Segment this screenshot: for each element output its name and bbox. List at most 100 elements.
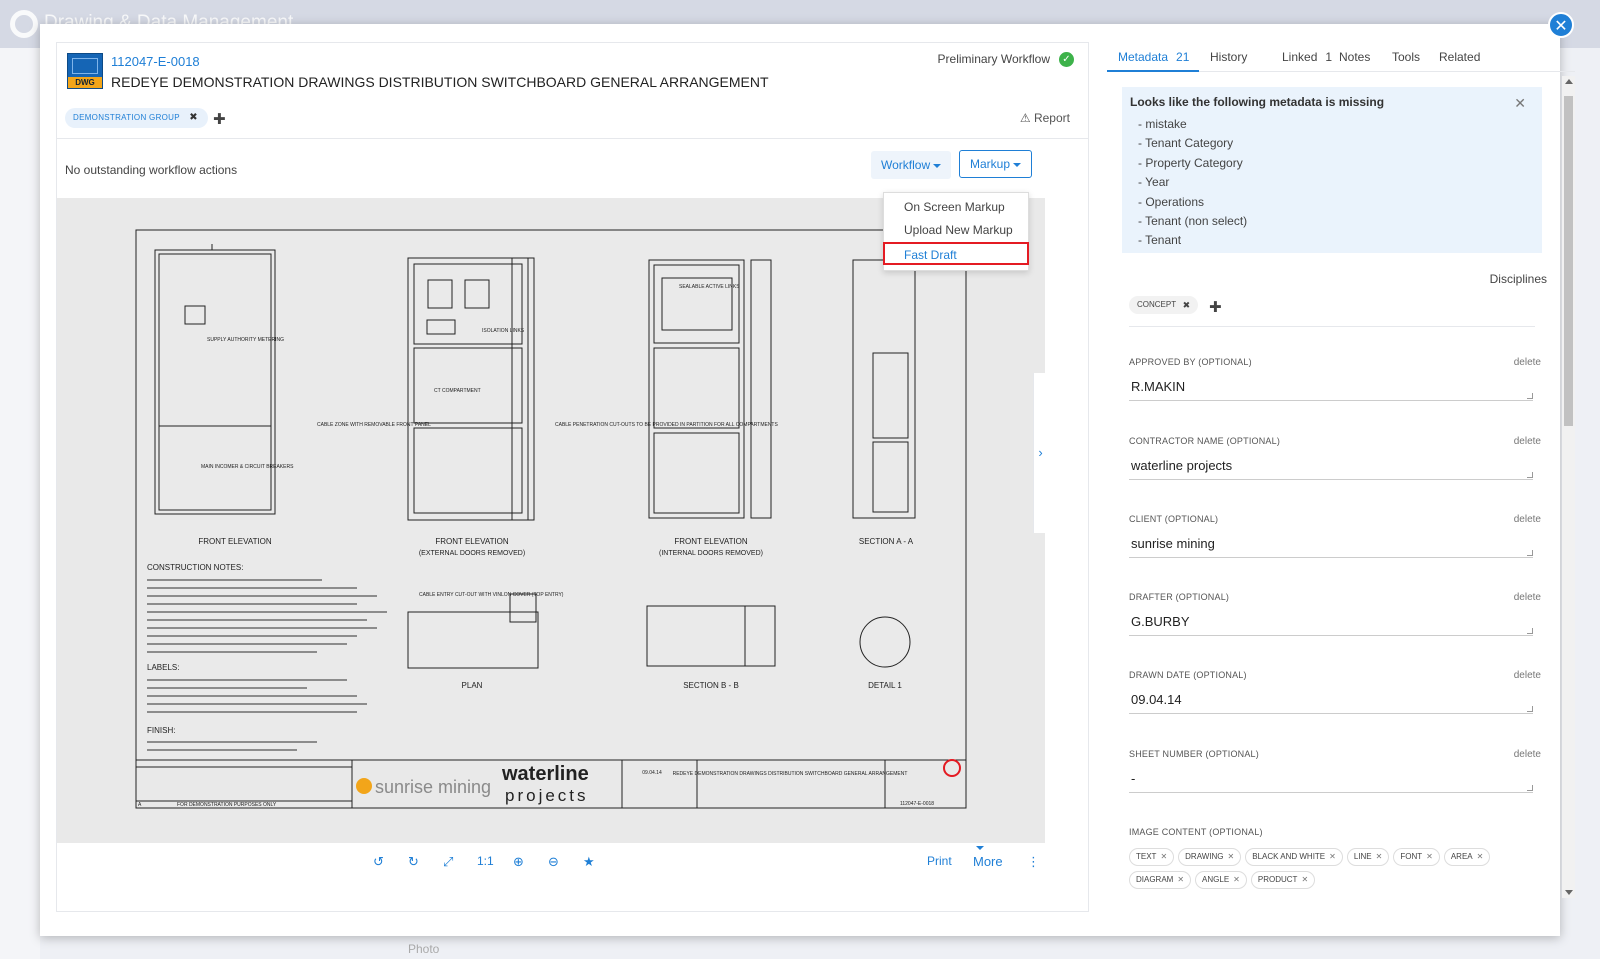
alert-title: Looks like the following metadata is mis…	[1130, 95, 1385, 109]
remove-tag-icon[interactable]: ✖	[1183, 296, 1191, 314]
view-label-plan: PLAN	[462, 681, 483, 690]
field-client[interactable]: CLIENT (OPTIONAL) delete sunrise mining	[1129, 514, 1541, 574]
field-drawn-date[interactable]: DRAWN DATE (OPTIONAL) delete 09.04.14	[1129, 670, 1541, 730]
image-tag: BLACK AND WHITE ✕	[1245, 848, 1343, 866]
markup-dropdown-menu: On Screen Markup Upload New Markup Fast …	[883, 192, 1029, 271]
markup-button[interactable]: Markup	[959, 150, 1033, 178]
workflow-actions-text: No outstanding workflow actions	[65, 163, 238, 177]
metadata-panel: Metadata 21 History Linked 1 Notes Tools R…	[1107, 42, 1575, 912]
delete-button[interactable]: delete	[1514, 749, 1541, 760]
field-drafter[interactable]: DRAFTER (OPTIONAL) delete G.BURBY	[1129, 592, 1541, 652]
field-approved-by[interactable]: APPROVED BY (OPTIONAL) delete R.MAKIN	[1129, 357, 1541, 417]
notes-heading: CONSTRUCTION NOTES:	[147, 563, 243, 572]
drawing-image: FRONT ELEVATION FRONT ELEVATION (EXTERNA…	[135, 229, 967, 809]
app-left-rail	[0, 48, 40, 959]
check-circle-icon: ✓	[1059, 52, 1074, 67]
report-link[interactable]: ⚠ Report	[1020, 111, 1070, 125]
list-item: - mistake	[1138, 117, 1187, 131]
add-group-icon[interactable]: ✚	[213, 110, 226, 128]
workflow-name: Preliminary Workflow	[937, 52, 1050, 66]
delete-button[interactable]: delete	[1514, 514, 1541, 525]
list-item: - Tenant (non select)	[1138, 213, 1248, 228]
drawing-viewer[interactable]: FRONT ELEVATION FRONT ELEVATION (EXTERNA…	[57, 198, 1045, 843]
document-panel: DWG 112047-E-0018 REDEYE DEMONSTRATION D…	[56, 42, 1089, 912]
image-tag: ANGLE ✕	[1195, 871, 1247, 889]
workflow-button[interactable]: Workflow	[871, 151, 952, 179]
image-tag: LINE ✕	[1346, 848, 1390, 866]
panel-scrollbar[interactable]	[1562, 76, 1575, 898]
tab-metadata[interactable]: Metadata 21	[1107, 42, 1199, 72]
missing-items-list: - mistake - Tenant Category - Property C…	[1138, 115, 1247, 251]
close-icon[interactable]: ✕	[1514, 95, 1526, 112]
document-number-link[interactable]: 112047-E-0018	[111, 54, 200, 69]
warning-icon: ⚠	[1019, 111, 1031, 125]
list-item: - Operations	[1138, 194, 1205, 209]
tb-drawing-no: 112047-E-0018	[900, 801, 934, 807]
panel-tabs: Metadata 21 History Linked 1 Notes Tools R…	[1107, 42, 1575, 72]
fullscreen-icon[interactable]: ⤢	[443, 846, 453, 877]
list-item: - Tenant Category	[1138, 136, 1234, 151]
disciplines-label: Disciplines	[1489, 272, 1547, 286]
delete-button[interactable]: delete	[1514, 357, 1541, 368]
callout-cable-entry: CABLE ENTRY CUT-OUT WITH VINLON COVER (T…	[419, 592, 564, 598]
finish-heading: FINISH:	[147, 726, 175, 735]
tab-related[interactable]: Related	[1439, 42, 1480, 72]
gear-icon	[10, 10, 38, 38]
actual-size-button[interactable]: 1:1	[477, 846, 494, 877]
tb-date: 09.04.14	[642, 770, 662, 776]
field-sheet-number[interactable]: SHEET NUMBER (OPTIONAL) delete -	[1129, 749, 1541, 809]
zoom-in-icon[interactable]: ⊕	[513, 846, 524, 877]
close-icon[interactable]: ✕	[1548, 12, 1574, 38]
callout-isolation: ISOLATION LINKS	[482, 328, 525, 334]
list-item: - Tenant	[1138, 233, 1182, 248]
star-icon[interactable]: ★	[583, 846, 595, 877]
discipline-tag: CONCEPT ✖	[1129, 296, 1199, 314]
tb-revision: A	[138, 802, 142, 808]
group-tag: DEMONSTRATION GROUP ✖	[65, 108, 208, 128]
menu-item-upload-new-markup[interactable]: Upload New Markup	[884, 219, 1028, 242]
callout-ct: CT COMPARTMENT	[434, 388, 481, 394]
tab-linked[interactable]: Linked 1	[1282, 42, 1332, 72]
add-discipline-icon[interactable]: ✚	[1209, 298, 1222, 316]
image-tag: DIAGRAM ✕	[1129, 871, 1192, 889]
delete-button[interactable]: delete	[1514, 436, 1541, 447]
missing-metadata-alert: Looks like the following metadata is mis…	[1122, 87, 1542, 253]
image-content-tags[interactable]: TEXT ✕ DRAWING ✕ BLACK AND WHITE ✕ LINE ✕ FONT ✕ A…	[1129, 848, 1537, 894]
image-tag: DRAWING ✕	[1178, 848, 1242, 866]
labels-heading: LABELS:	[147, 663, 179, 672]
viewer-toolbar: ↺ ↻ ⤢ 1:1 ⊕ ⊖ ★ Print More ⋮	[57, 846, 1045, 877]
image-tag: FONT ✕	[1393, 848, 1440, 866]
list-item: - Year	[1138, 175, 1170, 190]
rotate-right-icon[interactable]: ↻	[408, 846, 419, 877]
zoom-out-icon[interactable]: ⊖	[548, 846, 559, 877]
rotate-left-icon[interactable]: ↺	[373, 846, 384, 877]
contractor-logo-bottom: projects	[505, 786, 589, 805]
chevron-right-icon[interactable]: ›	[1033, 373, 1047, 533]
callout-supply: SUPPLY AUTHORITY METERING	[207, 337, 284, 343]
contractor-logo-top: waterline	[501, 763, 589, 785]
tab-tools[interactable]: Tools	[1392, 42, 1420, 72]
group-tag-label: DEMONSTRATION GROUP	[73, 113, 180, 122]
field-contractor-name[interactable]: CONTRACTOR NAME (OPTIONAL) delete waterli…	[1129, 436, 1541, 496]
menu-item-on-screen-markup[interactable]: On Screen Markup	[884, 196, 1028, 219]
image-tag: PRODUCT ✕	[1250, 871, 1316, 889]
print-button[interactable]: Print	[927, 846, 952, 877]
view-label-section-a: SECTION A - A	[859, 537, 914, 546]
tab-history[interactable]: History	[1210, 42, 1247, 72]
tab-notes[interactable]: Notes	[1339, 42, 1370, 72]
callout-penetration: CABLE PENETRATION CUT-OUTS TO BE PROVIDE…	[555, 422, 778, 428]
delete-button[interactable]: delete	[1514, 670, 1541, 681]
document-modal: DWG 112047-E-0018 REDEYE DEMONSTRATION D…	[40, 24, 1575, 936]
view-label-front-1: FRONT ELEVATION	[198, 537, 272, 546]
image-tag: TEXT ✕	[1129, 848, 1175, 866]
remove-tag-icon[interactable]: ✖	[189, 108, 198, 128]
delete-button[interactable]: delete	[1514, 592, 1541, 603]
view-label-front-3: FRONT ELEVATION	[674, 537, 748, 546]
caret-down-icon	[933, 163, 942, 168]
view-subtitle-2: (INTERNAL DOORS REMOVED)	[659, 550, 763, 557]
background-photo-label: Photo	[408, 942, 440, 956]
image-tag: AREA ✕	[1443, 848, 1491, 866]
vertical-dots-icon[interactable]: ⋮	[1027, 846, 1040, 877]
callout-sealable: SEALABLE ACTIVE LINKS	[679, 284, 740, 290]
menu-item-fast-draft[interactable]: Fast Draft	[883, 242, 1029, 265]
